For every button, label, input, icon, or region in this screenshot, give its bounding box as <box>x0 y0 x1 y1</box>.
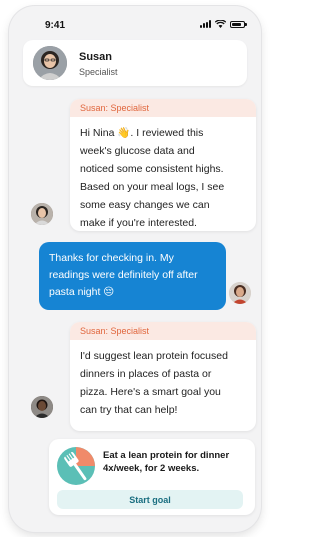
message-bubble-user: Thanks for checking in. My readings were… <box>39 242 226 310</box>
specialist-avatar <box>33 46 67 80</box>
status-bar: 9:41 <box>9 6 261 36</box>
battery-icon <box>230 20 247 28</box>
user-avatar <box>229 282 251 304</box>
message-bubble-specialist: Susan: Specialist Hi Nina 👋. I reviewed … <box>70 99 256 231</box>
message-text: I'd suggest lean protein focused dinners… <box>80 350 228 416</box>
specialist-role: Specialist <box>79 67 118 77</box>
message-bubble-specialist: Susan: Specialist I'd suggest lean prote… <box>70 322 256 431</box>
wifi-icon <box>215 20 226 28</box>
goal-card: Eat a lean protein for dinner 4x/week, f… <box>49 439 255 515</box>
status-time: 9:41 <box>45 20 66 31</box>
chat-header[interactable]: Susan Specialist <box>23 40 247 86</box>
status-icons <box>200 20 247 28</box>
specialist-name: Susan <box>79 51 113 63</box>
phone-frame: 9:41 Susan Specialist Susan: Specialist … <box>9 6 261 532</box>
message-text: Thanks for checking in. My readings were… <box>49 252 198 298</box>
start-goal-button[interactable]: Start goal <box>57 490 243 509</box>
goal-text: Eat a lean protein for dinner 4x/week, f… <box>103 450 230 474</box>
message-text: Hi Nina 👋. I reviewed this week's glucos… <box>80 127 225 229</box>
specialist-avatar-small <box>31 396 53 418</box>
fork-food-icon <box>57 447 95 485</box>
message-sender: Susan: Specialist <box>70 99 256 117</box>
message-sender: Susan: Specialist <box>70 322 256 340</box>
signal-icon <box>200 20 211 28</box>
specialist-avatar-small <box>31 203 53 225</box>
